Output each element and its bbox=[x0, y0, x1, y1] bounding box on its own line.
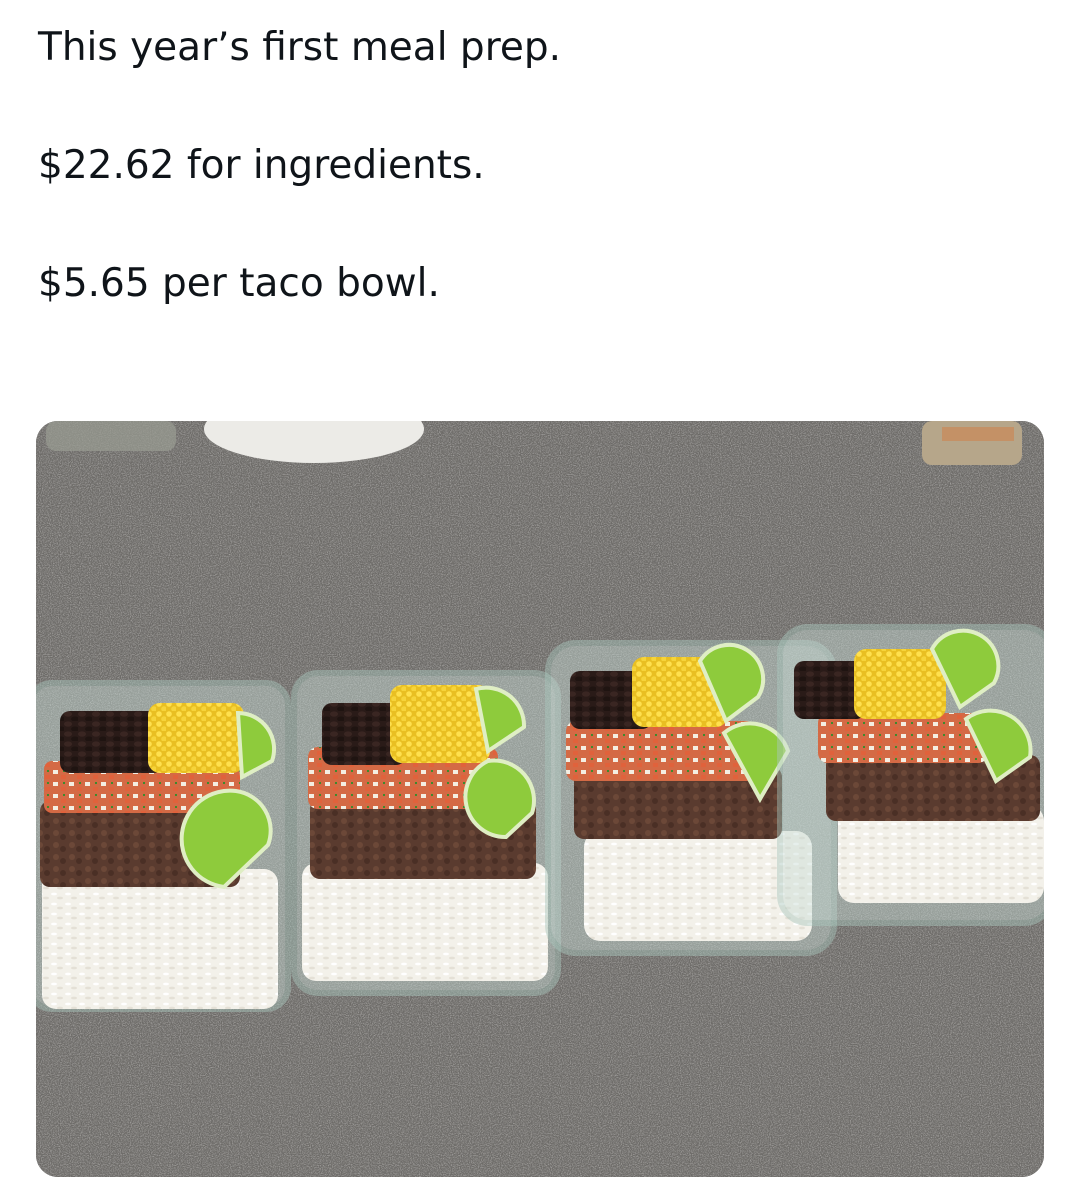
pico-4 bbox=[818, 713, 988, 763]
post-line-3: $5.65 per taco bowl. bbox=[38, 261, 440, 306]
meal-prep-photo bbox=[36, 421, 1044, 1177]
rice-2 bbox=[302, 863, 548, 981]
post-line-2: $22.62 for ingredients. bbox=[38, 143, 485, 188]
corn-2 bbox=[390, 685, 490, 763]
taco-bowl-4 bbox=[777, 624, 1044, 926]
taco-bowl-2 bbox=[291, 670, 561, 996]
corn-4 bbox=[854, 649, 946, 719]
rice-1 bbox=[42, 869, 278, 1009]
post-line-1: This year’s first meal prep. bbox=[38, 25, 562, 70]
taco-bowl-1 bbox=[36, 680, 291, 1012]
background-jar-left bbox=[46, 421, 176, 451]
tweet-text: This year’s first meal prep. $22.62 for … bbox=[38, 22, 1038, 310]
attached-photo[interactable] bbox=[36, 421, 1044, 1177]
corn-1 bbox=[148, 703, 244, 773]
